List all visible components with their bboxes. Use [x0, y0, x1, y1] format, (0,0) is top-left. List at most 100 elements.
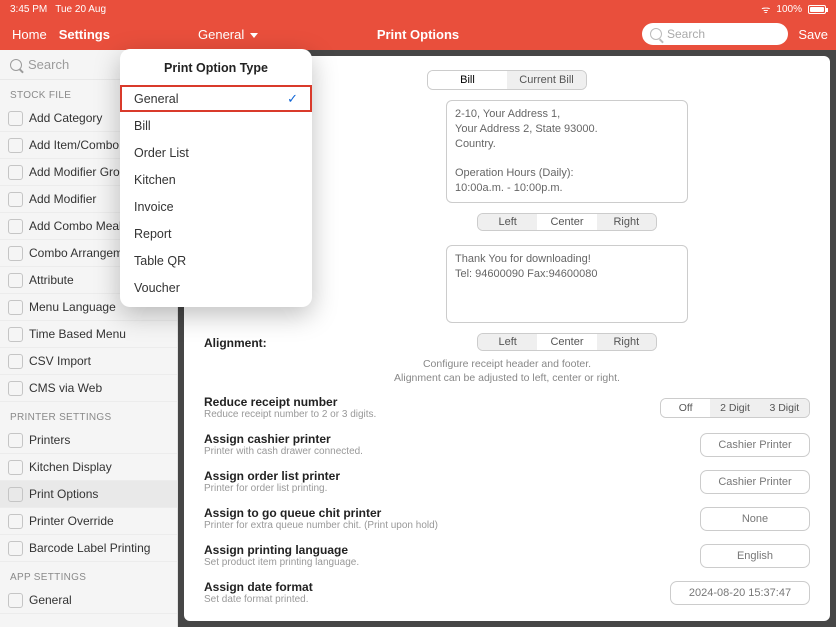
- search-placeholder: Search: [28, 57, 69, 72]
- popover-item-label: Voucher: [134, 281, 180, 295]
- align-center[interactable]: Center: [537, 214, 596, 230]
- page-title: Print Options: [377, 27, 459, 42]
- togo-title: Assign to go queue chit printer: [204, 506, 688, 520]
- align-left[interactable]: Left: [478, 334, 537, 350]
- align-center[interactable]: Center: [537, 334, 596, 350]
- sidebar-item-csv-import[interactable]: CSV Import: [0, 348, 177, 375]
- popover-item-voucher[interactable]: Voucher: [120, 274, 312, 301]
- battery-label: 100%: [776, 4, 802, 15]
- barcode-icon: [8, 541, 23, 556]
- sidebar-item-label: Barcode Label Printing: [29, 541, 150, 555]
- orderlist-printer-button[interactable]: Cashier Printer: [700, 470, 810, 494]
- popover-item-label: Order List: [134, 146, 189, 160]
- status-date: Tue 20 Aug: [55, 4, 106, 15]
- datefmt-sub: Set date format printed.: [204, 594, 658, 605]
- footer-alignment-segment[interactable]: Left Center Right: [477, 333, 657, 351]
- print-option-type-dropdown[interactable]: General: [198, 27, 258, 42]
- sidebar-item-general[interactable]: General: [0, 587, 177, 614]
- togo-sub: Printer for extra queue number chit. (Pr…: [204, 520, 688, 531]
- align-right[interactable]: Right: [597, 334, 656, 350]
- gear-icon: [8, 593, 23, 608]
- orderlist-sub: Printer for order list printing.: [204, 483, 688, 494]
- sidebar-item-printers[interactable]: Printers: [0, 427, 177, 454]
- align-left[interactable]: Left: [478, 214, 537, 230]
- sidebar-item-label: CSV Import: [29, 354, 91, 368]
- search-icon: [650, 28, 662, 40]
- kitchen-icon: [8, 460, 23, 475]
- chevron-down-icon: [250, 33, 258, 38]
- popover-item-label: Invoice: [134, 200, 174, 214]
- printing-language-button[interactable]: English: [700, 544, 810, 568]
- reduce-title: Reduce receipt number: [204, 395, 648, 409]
- clock-icon: [8, 327, 23, 342]
- sidebar-item-label: Add Item/Combo: [29, 138, 119, 152]
- modgroup-icon: [8, 165, 23, 180]
- cashier-printer-button[interactable]: Cashier Printer: [700, 433, 810, 457]
- status-bar: 3:45 PM Tue 20 Aug ᯤ 100%: [0, 0, 836, 18]
- web-icon: [8, 381, 23, 396]
- attribute-icon: [8, 273, 23, 288]
- settings-title: Settings: [59, 27, 110, 42]
- combo-icon: [8, 219, 23, 234]
- align-right[interactable]: Right: [597, 214, 656, 230]
- sidebar-item-label: Add Modifier Group: [29, 165, 133, 179]
- sidebar-item-label: CMS via Web: [29, 381, 102, 395]
- item-icon: [8, 138, 23, 153]
- csv-icon: [8, 354, 23, 369]
- togo-printer-button[interactable]: None: [700, 507, 810, 531]
- arrange-icon: [8, 246, 23, 261]
- popover-item-kitchen[interactable]: Kitchen: [120, 166, 312, 193]
- lang-title: Assign printing language: [204, 543, 688, 557]
- sidebar-item-label: Kitchen Display: [29, 460, 112, 474]
- popover-item-order-list[interactable]: Order List: [120, 139, 312, 166]
- home-button[interactable]: Home: [0, 27, 59, 42]
- sidebar-item-label: Attribute: [29, 273, 74, 287]
- popover-item-label: Table QR: [134, 254, 186, 268]
- popover-item-invoice[interactable]: Invoice: [120, 193, 312, 220]
- save-button[interactable]: Save: [798, 27, 828, 42]
- category-icon: [8, 111, 23, 126]
- sidebar-item-label: Printers: [29, 433, 70, 447]
- popover-item-table-qr[interactable]: Table QR: [120, 247, 312, 274]
- reduce-receipt-segment[interactable]: Off 2 Digit 3 Digit: [660, 398, 810, 418]
- popover-title: Print Option Type: [120, 49, 312, 85]
- sidebar-item-print-options[interactable]: Print Options: [0, 481, 177, 508]
- sidebar-item-kitchen-display[interactable]: Kitchen Display: [0, 454, 177, 481]
- printer-icon: [8, 433, 23, 448]
- reduce-3digit[interactable]: 3 Digit: [760, 399, 809, 417]
- popover-item-report[interactable]: Report: [120, 220, 312, 247]
- modifier-icon: [8, 192, 23, 207]
- config-note: Configure receipt header and footer.Alig…: [204, 357, 810, 385]
- header-alignment-segment[interactable]: Left Center Right: [477, 213, 657, 231]
- popover-item-bill[interactable]: Bill: [120, 112, 312, 139]
- top-bar: Home Settings General Print Options Sear…: [0, 18, 836, 50]
- sidebar-item-time-based-menu[interactable]: Time Based Menu: [0, 321, 177, 348]
- sidebar-item-cms-via-web[interactable]: CMS via Web: [0, 375, 177, 402]
- dropdown-label: General: [198, 27, 244, 42]
- receipt-header-textarea[interactable]: 2-10, Your Address 1, Your Address 2, St…: [446, 100, 688, 203]
- tab-current-bill[interactable]: Current Bill: [507, 71, 586, 89]
- search-icon: [10, 59, 22, 71]
- sidebar-item-label: General: [29, 593, 72, 607]
- date-format-button[interactable]: 2024-08-20 15:37:47: [670, 581, 810, 605]
- reduce-off[interactable]: Off: [661, 399, 710, 417]
- sidebar-item-printer-override[interactable]: Printer Override: [0, 508, 177, 535]
- sidebar-item-label: Print Options: [29, 487, 98, 501]
- popover-item-general[interactable]: General ✓: [120, 85, 312, 112]
- datefmt-title: Assign date format: [204, 580, 658, 594]
- print-option-type-popover: Print Option Type General ✓ Bill Order L…: [120, 49, 312, 307]
- sidebar-item-label: Menu Language: [29, 300, 116, 314]
- sidebar-item-barcode-label[interactable]: Barcode Label Printing: [0, 535, 177, 562]
- popover-item-label: Kitchen: [134, 173, 176, 187]
- bill-tab-segment[interactable]: Bill Current Bill: [427, 70, 587, 90]
- orderlist-title: Assign order list printer: [204, 469, 688, 483]
- tab-bill[interactable]: Bill: [428, 71, 507, 89]
- section-title-app: APP SETTINGS: [0, 562, 177, 587]
- topbar-search-input[interactable]: Search: [642, 23, 788, 45]
- receipt-footer-textarea[interactable]: Thank You for downloading! Tel: 94600090…: [446, 245, 688, 323]
- check-icon: ✓: [287, 91, 298, 107]
- sidebar-item-label: Add Modifier: [29, 192, 96, 206]
- reduce-sub: Reduce receipt number to 2 or 3 digits.: [204, 409, 648, 420]
- reduce-2digit[interactable]: 2 Digit: [710, 399, 759, 417]
- lang-sub: Set product item printing language.: [204, 557, 688, 568]
